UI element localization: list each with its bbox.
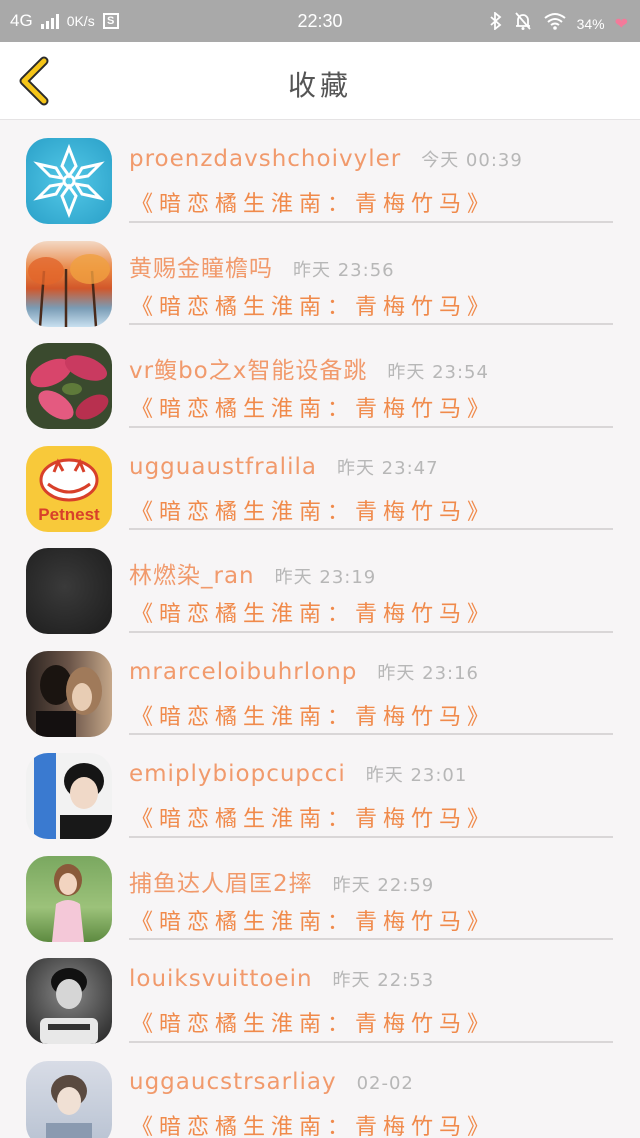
timestamp: 昨天 23:19	[274, 567, 377, 588]
user-name: 林燃染_ran	[129, 563, 255, 589]
timestamp: 今天 00:39	[421, 150, 523, 171]
battery-level: 34%	[576, 15, 605, 32]
book-title: 《暗恋橘生淮南：青梅竹马》	[131, 704, 496, 730]
item-body: louiksvuittoein 昨天 22:53 《暗恋橘生淮南：青梅竹马》	[129, 958, 613, 1043]
user-name: mrarceloibuhrlonp	[129, 658, 358, 685]
book-title: 《暗恋橘生淮南：青梅竹马》	[131, 1012, 496, 1037]
timestamp: 昨天 23:47	[336, 457, 439, 479]
book-title: 《暗恋橘生淮南：青梅竹马》	[131, 192, 496, 217]
page-title: 收藏	[287, 69, 352, 102]
avatar	[26, 1060, 112, 1138]
header: 收藏	[0, 42, 640, 120]
list-item[interactable]: emiplybiopcupcci 昨天 23:01 《暗恋橘生淮南：青梅竹马》	[0, 735, 640, 839]
alarm-off-icon	[513, 11, 533, 36]
book-title: 《暗恋橘生淮南：青梅竹马》	[131, 499, 496, 525]
list-item[interactable]: uggaucstrsarliay 02-02 《暗恋橘生淮南：青梅竹马》	[0, 1043, 640, 1138]
item-body: 捕鱼达人眉匡2摔 昨天 22:59 《暗恋橘生淮南：青梅竹马》	[129, 856, 613, 940]
book-title: 《暗恋橘生淮南：青梅竹马》	[131, 602, 496, 627]
timestamp: 昨天 22:53	[332, 970, 435, 991]
user-name: proenzdavshchoivyler	[129, 146, 402, 172]
avatar: Petnest	[26, 445, 112, 532]
item-body: uggaucstrsarliay 02-02 《暗恋橘生淮南：青梅竹马》	[129, 1061, 613, 1138]
avatar	[26, 240, 112, 327]
item-body: proenzdavshchoivyler 今天 00:39 《暗恋橘生淮南：青梅…	[129, 138, 613, 223]
list-item[interactable]: 黄赐金瞳檐吗 昨天 23:56 《暗恋橘生淮南：青梅竹马》	[0, 223, 640, 327]
bluetooth-icon	[489, 11, 503, 35]
user-name: 黄赐金瞳檐吗	[129, 255, 273, 282]
item-body: 林燃染_ran 昨天 23:19 《暗恋橘生淮南：青梅竹马》	[129, 548, 613, 633]
heart-icon: ❤	[614, 15, 628, 33]
book-title: 《暗恋橘生淮南：青梅竹马》	[131, 909, 496, 935]
item-body: mrarceloibuhrlonp 昨天 23:16 《暗恋橘生淮南：青梅竹马》	[129, 651, 613, 735]
book-title: 《暗恋橘生淮南：青梅竹马》	[131, 807, 496, 832]
avatar-logo-text: Petnest	[38, 505, 100, 524]
list-item[interactable]: louiksvuittoein 昨天 22:53 《暗恋橘生淮南：青梅竹马》	[0, 940, 640, 1044]
list-item[interactable]: 捕鱼达人眉匡2摔 昨天 22:59 《暗恋橘生淮南：青梅竹马》	[0, 838, 640, 942]
book-title: 《暗恋橘生淮南：青梅竹马》	[131, 294, 496, 320]
user-name: ugguaustfralila	[129, 453, 317, 480]
avatar	[26, 138, 112, 224]
item-body: ugguaustfralila 昨天 23:47 《暗恋橘生淮南：青梅竹马》	[129, 446, 613, 530]
list-item[interactable]: vr鳆bo之x智能设备跳 昨天 23:54 《暗恋橘生淮南：青梅竹马》	[0, 325, 640, 429]
favorites-list: proenzdavshchoivyler 今天 00:39 《暗恋橘生淮南：青梅…	[0, 120, 640, 1138]
list-item[interactable]: mrarceloibuhrlonp 昨天 23:16 《暗恋橘生淮南：青梅竹马》	[0, 633, 640, 737]
timestamp: 昨天 23:56	[293, 259, 395, 281]
timestamp: 昨天 23:01	[365, 765, 468, 786]
avatar	[26, 650, 112, 737]
wifi-icon	[543, 12, 567, 35]
avatar	[26, 958, 112, 1044]
item-body: vr鳆bo之x智能设备跳 昨天 23:54 《暗恋橘生淮南：青梅竹马》	[129, 343, 613, 428]
avatar	[26, 855, 112, 942]
user-name: 捕鱼达人眉匡2摔	[129, 870, 313, 897]
timestamp: 昨天 23:54	[387, 362, 489, 383]
avatar	[26, 548, 112, 634]
list-item[interactable]: Petnest ugguaustfralila 昨天 23:47 《暗恋橘生淮南…	[0, 428, 640, 532]
user-name: emiplybiopcupcci	[129, 761, 346, 787]
user-name: vr鳆bo之x智能设备跳	[129, 358, 368, 384]
list-item[interactable]: proenzdavshchoivyler 今天 00:39 《暗恋橘生淮南：青梅…	[0, 120, 640, 224]
book-title: 《暗恋橘生淮南：青梅竹马》	[131, 397, 496, 422]
timestamp: 02-02	[356, 1072, 414, 1094]
user-name: uggaucstrsarliay	[129, 1068, 337, 1095]
list-item[interactable]: 林燃染_ran 昨天 23:19 《暗恋橘生淮南：青梅竹马》	[0, 530, 640, 634]
avatar	[26, 343, 112, 429]
status-bar: 4G 0K/s S 22:30 34% ❤	[0, 0, 640, 42]
item-body: emiplybiopcupcci 昨天 23:01 《暗恋橘生淮南：青梅竹马》	[129, 753, 613, 838]
timestamp: 昨天 23:16	[377, 662, 480, 684]
user-name: louiksvuittoein	[129, 966, 313, 992]
book-title: 《暗恋橘生淮南：青梅竹马》	[131, 1114, 496, 1138]
avatar	[26, 753, 112, 839]
timestamp: 昨天 22:59	[332, 874, 435, 896]
item-body: 黄赐金瞳檐吗 昨天 23:56 《暗恋橘生淮南：青梅竹马》	[129, 241, 613, 325]
